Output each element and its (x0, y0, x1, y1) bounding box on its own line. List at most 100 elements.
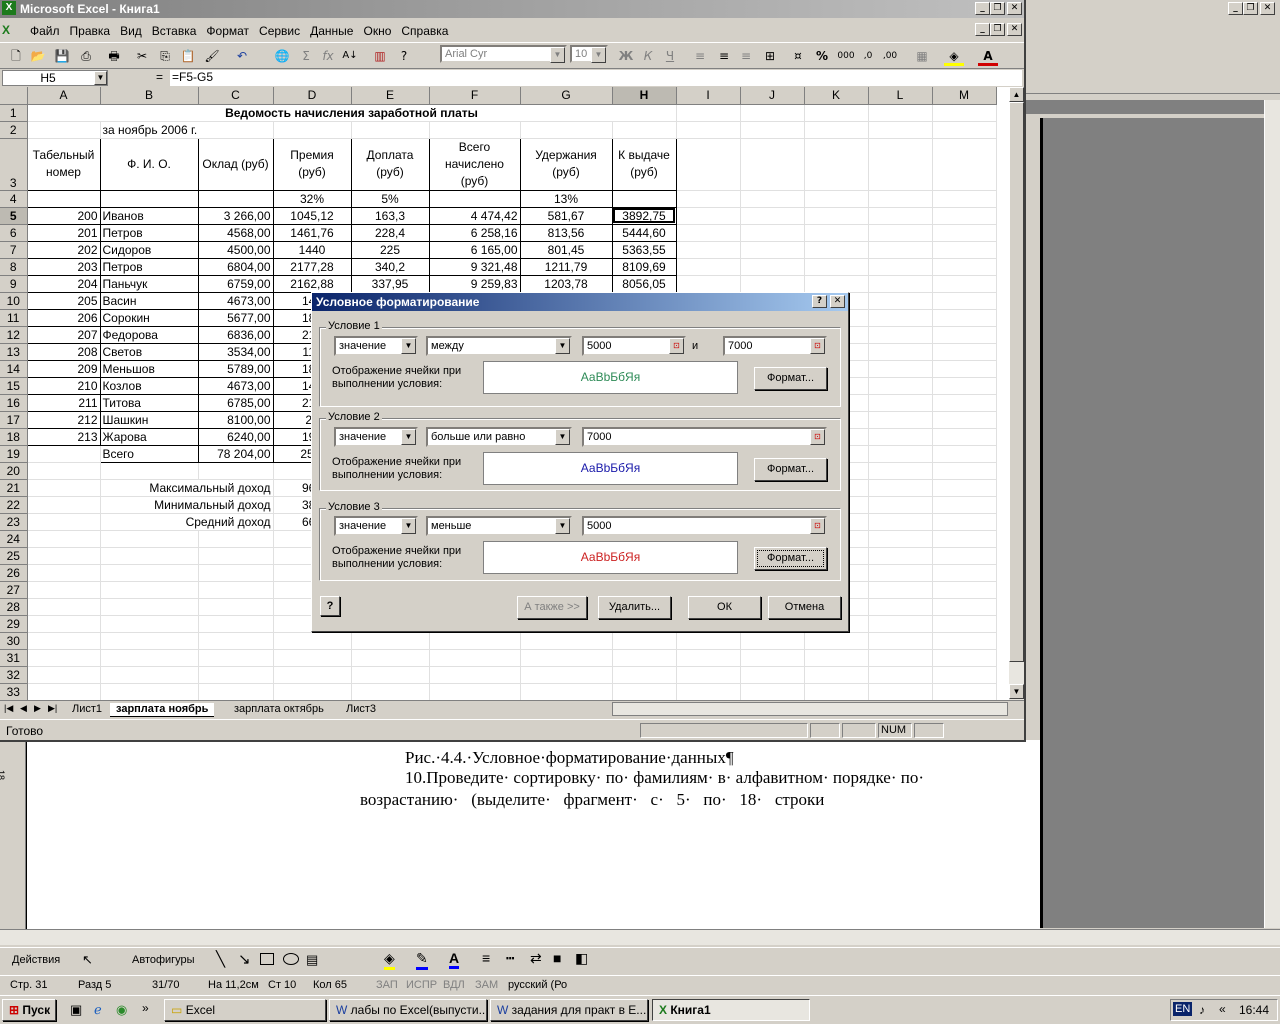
cell[interactable] (932, 496, 997, 514)
cell[interactable] (27, 479, 101, 497)
cell[interactable] (804, 649, 869, 667)
cell[interactable]: 337,95 (350, 274, 430, 293)
tab-next-icon[interactable]: ▶ (34, 703, 41, 714)
cell[interactable] (27, 445, 101, 463)
cell[interactable] (868, 224, 933, 242)
condition-2-format-button[interactable]: Формат... (754, 458, 827, 481)
tab-sheet1[interactable]: Лист1 (66, 703, 108, 717)
cell[interactable]: Оклад (руб) (197, 137, 274, 191)
lang-indicator[interactable]: EN (1173, 1002, 1193, 1016)
tab-salary-november[interactable]: зарплата ноябрь (110, 703, 215, 717)
cell[interactable] (27, 513, 101, 531)
cell[interactable] (740, 632, 805, 650)
cell[interactable] (612, 666, 677, 684)
cell[interactable]: 210 (26, 376, 101, 395)
column-header[interactable]: F (429, 87, 521, 105)
dialog-close-button[interactable]: ✕ (830, 295, 845, 308)
column-header[interactable]: L (868, 87, 933, 105)
cell[interactable] (100, 564, 199, 582)
menu-edit[interactable]: Правка (70, 24, 111, 38)
cell[interactable] (27, 615, 101, 633)
open-icon[interactable]: 📂 (28, 46, 48, 66)
cell[interactable]: 1440 (272, 240, 352, 259)
cell[interactable] (273, 683, 352, 700)
task-excel[interactable]: ▭ Excel (164, 999, 326, 1021)
cell[interactable]: 9 259,83 (428, 274, 521, 293)
column-header[interactable]: E (351, 87, 430, 105)
cell[interactable]: Иванов (99, 206, 199, 225)
cell[interactable] (428, 189, 521, 208)
cell[interactable]: Козлов (99, 376, 199, 395)
cell[interactable] (868, 394, 933, 412)
condition-3-type[interactable]: значение ▼ (334, 516, 418, 536)
cell[interactable]: 4568,00 (197, 223, 274, 242)
row-header[interactable]: 22 (0, 496, 28, 514)
oval-tool-icon[interactable] (283, 953, 299, 965)
cell[interactable] (676, 207, 741, 225)
cell[interactable] (932, 615, 997, 633)
3d-icon[interactable]: ◧ (575, 950, 588, 967)
shadow-icon[interactable]: ■ (553, 950, 561, 966)
cell[interactable] (932, 326, 997, 344)
cell[interactable] (868, 121, 933, 139)
row-header[interactable]: 30 (0, 632, 28, 650)
column-header[interactable]: A (27, 87, 101, 105)
cell[interactable]: 801,45 (519, 240, 613, 259)
status-rec[interactable]: ЗАП (376, 979, 398, 991)
cell[interactable] (100, 547, 199, 565)
row-header[interactable]: 25 (0, 547, 28, 565)
chevron-down-icon[interactable]: ▼ (555, 338, 570, 354)
column-header[interactable]: H (612, 87, 677, 105)
row-header[interactable]: 14 (0, 360, 28, 378)
cell[interactable] (27, 598, 101, 616)
word-hscrollbar[interactable] (0, 929, 1280, 945)
cell[interactable]: 813,56 (519, 223, 613, 242)
cell[interactable] (198, 564, 274, 582)
tab-first-icon[interactable]: |◀ (4, 703, 13, 714)
cell[interactable] (868, 615, 933, 633)
fill-color-icon[interactable]: ◈ (944, 46, 964, 66)
cell[interactable]: Федорова (99, 325, 199, 344)
cell[interactable] (198, 530, 274, 548)
row-header[interactable]: 11 (0, 309, 28, 327)
cell[interactable] (429, 683, 521, 700)
select-arrow-icon[interactable]: ↖ (82, 952, 93, 968)
cell[interactable]: Жарова (99, 427, 199, 446)
cell[interactable] (932, 360, 997, 378)
cell[interactable] (868, 343, 933, 361)
cell[interactable] (868, 428, 933, 446)
cell[interactable]: 13% (519, 189, 613, 208)
delete-button[interactable]: Удалить... (598, 596, 671, 619)
cell[interactable]: 6804,00 (197, 257, 274, 276)
bold-icon[interactable]: Ж (616, 46, 636, 66)
cell[interactable] (273, 632, 352, 650)
cell[interactable]: 78 204,00 (197, 444, 274, 463)
font-color-icon[interactable]: A (449, 950, 460, 969)
print-icon[interactable]: 🖶 (104, 46, 124, 66)
condition-1-value-a[interactable]: 5000 ⊡ (582, 336, 686, 356)
row-header[interactable]: 10 (0, 292, 28, 310)
cell[interactable]: Табельный номер (26, 137, 101, 191)
undo-icon[interactable]: ↶ (232, 46, 252, 66)
condition-1-operator[interactable]: между ▼ (426, 336, 572, 356)
cell[interactable] (27, 683, 101, 700)
cell[interactable]: Доплата (руб) (350, 137, 430, 191)
cell[interactable] (868, 649, 933, 667)
cell[interactable] (932, 394, 997, 412)
ok-button[interactable]: ОК (688, 596, 761, 619)
cell[interactable] (100, 683, 199, 700)
cell[interactable] (932, 649, 997, 667)
cell[interactable] (351, 666, 430, 684)
cell[interactable] (868, 445, 933, 463)
cell[interactable] (676, 649, 741, 667)
cell[interactable] (520, 649, 613, 667)
doc-restore-button[interactable]: ❐ (990, 23, 1005, 36)
menu-format[interactable]: Формат (206, 24, 249, 38)
cell[interactable] (198, 462, 274, 480)
save-icon[interactable]: 💾 (52, 46, 72, 66)
cell[interactable] (868, 309, 933, 327)
cell[interactable] (868, 360, 933, 378)
row-header[interactable]: 4 (0, 190, 28, 208)
copy-icon[interactable]: ⎘ (155, 46, 175, 66)
cell[interactable] (932, 190, 997, 208)
